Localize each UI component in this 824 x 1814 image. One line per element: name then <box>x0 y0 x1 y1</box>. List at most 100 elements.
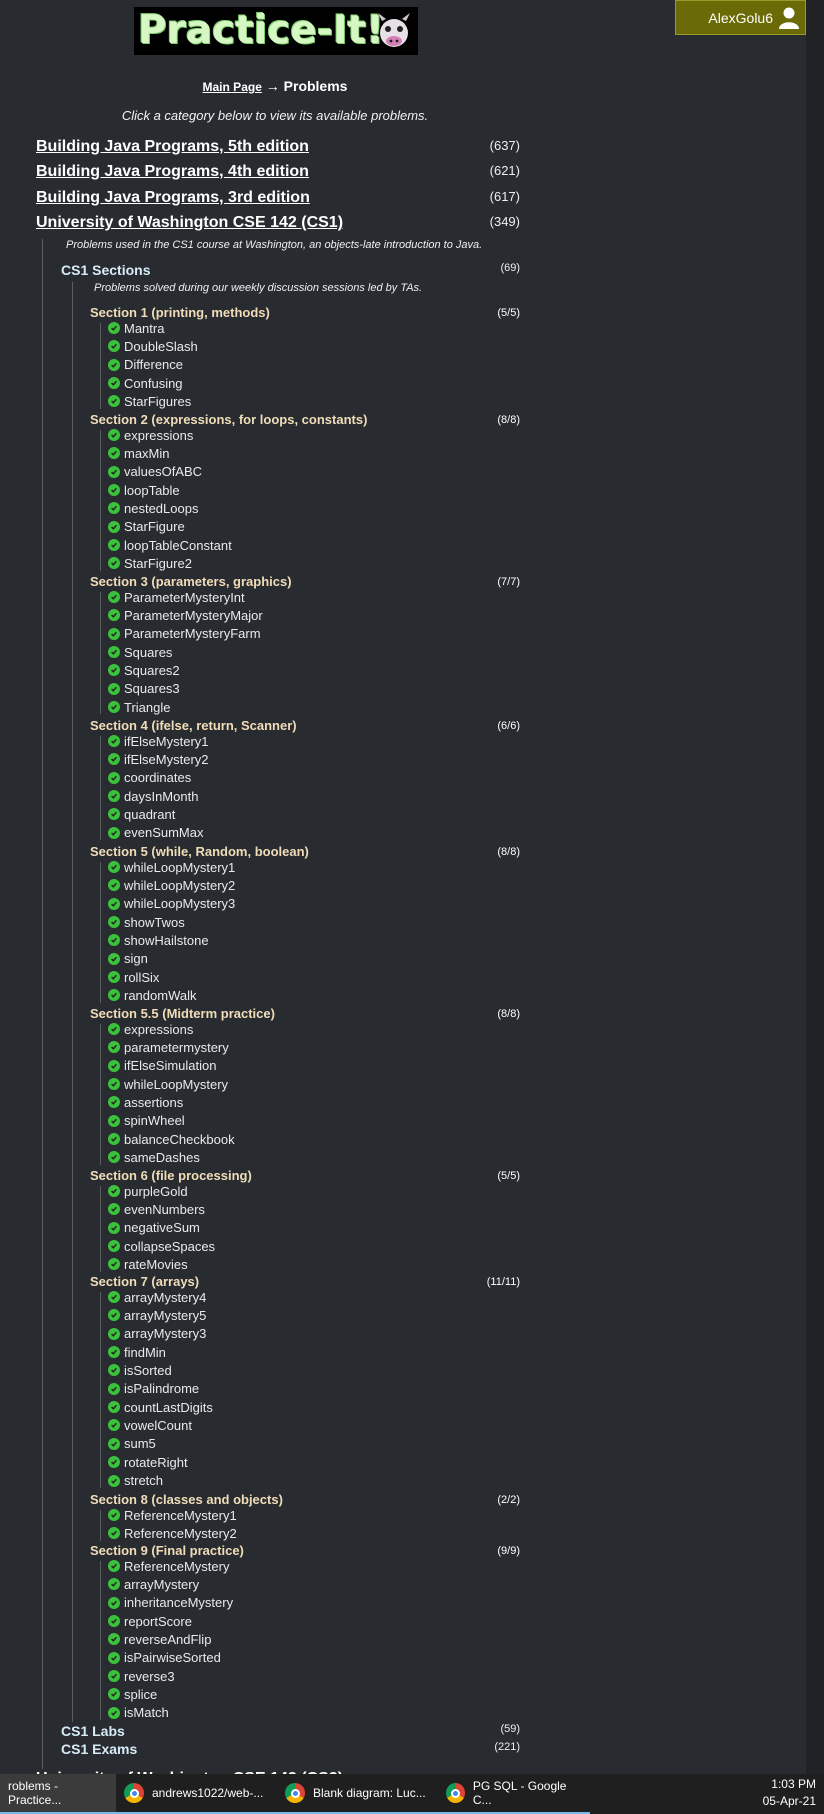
problem-item[interactable]: expressions <box>108 1020 193 1038</box>
taskbar-clock[interactable]: 1:03 PM 05-Apr-21 <box>763 1776 816 1810</box>
problem-item[interactable]: rollSix <box>108 968 159 986</box>
problem-link[interactable]: maxMin <box>124 446 170 461</box>
problem-item[interactable]: reverse3 <box>108 1667 175 1685</box>
subcategory-title[interactable]: CS1 Sections <box>61 262 150 278</box>
problem-link[interactable]: sum5 <box>124 1436 156 1451</box>
section-title[interactable]: Section 6 (file processing) <box>90 1168 252 1183</box>
problem-item[interactable]: nestedLoops <box>108 499 198 517</box>
problem-item[interactable]: Triangle <box>108 698 170 716</box>
problem-link[interactable]: Squares3 <box>124 681 180 696</box>
subcategory-row[interactable]: CS1 Exams (221) <box>61 1741 520 1757</box>
subcategory-title[interactable]: CS1 Exams <box>61 1741 137 1757</box>
practice-it-logo[interactable]: Practice-It! <box>134 7 418 55</box>
problem-link[interactable]: ParameterMysteryMajor <box>124 608 263 623</box>
problem-link[interactable]: showTwos <box>124 915 185 930</box>
problem-item[interactable]: reportScore <box>108 1612 192 1630</box>
problem-item[interactable]: vowelCount <box>108 1416 192 1434</box>
problem-link[interactable]: Squares2 <box>124 663 180 678</box>
section-title[interactable]: Section 4 (ifelse, return, Scanner) <box>90 718 297 733</box>
problem-link[interactable]: stretch <box>124 1473 163 1488</box>
book-category-row[interactable]: Building Java Programs, 5th edition (637) <box>36 138 520 156</box>
problem-link[interactable]: ReferenceMystery2 <box>124 1526 237 1541</box>
problem-link[interactable]: arrayMystery5 <box>124 1308 206 1323</box>
problem-link[interactable]: whileLoopMystery3 <box>124 896 235 911</box>
problem-item[interactable]: loopTableConstant <box>108 536 232 554</box>
problem-link[interactable]: evenSumMax <box>124 825 203 840</box>
problem-item[interactable]: ReferenceMystery <box>108 1557 229 1575</box>
problem-link[interactable]: rateMovies <box>124 1257 188 1272</box>
problem-item[interactable]: showTwos <box>108 913 185 931</box>
problem-item[interactable]: sum5 <box>108 1435 156 1453</box>
problem-item[interactable]: valuesOfABC <box>108 463 202 481</box>
problem-link[interactable]: randomWalk <box>124 988 196 1003</box>
section-title[interactable]: Section 3 (parameters, graphics) <box>90 574 292 589</box>
problem-item[interactable]: coordinates <box>108 769 191 787</box>
problem-link[interactable]: DoubleSlash <box>124 339 198 354</box>
problem-link[interactable]: Difference <box>124 357 183 372</box>
problem-item[interactable]: expressions <box>108 426 193 444</box>
problem-link[interactable]: findMin <box>124 1345 166 1360</box>
problem-link[interactable]: showHailstone <box>124 933 209 948</box>
problem-item[interactable]: purpleGold <box>108 1182 188 1200</box>
problem-link[interactable]: loopTable <box>124 483 180 498</box>
problem-link[interactable]: whileLoopMystery <box>124 1077 228 1092</box>
problem-link[interactable]: negativeSum <box>124 1220 200 1235</box>
problem-link[interactable]: arrayMystery4 <box>124 1290 206 1305</box>
problem-link[interactable]: ifElseMystery2 <box>124 752 209 767</box>
user-menu[interactable]: AlexGolu6 <box>675 0 806 35</box>
problem-item[interactable]: ParameterMysteryInt <box>108 588 245 606</box>
problem-link[interactable]: whileLoopMystery1 <box>124 860 235 875</box>
taskbar-item-lucidchart[interactable]: Blank diagram: Luc... <box>277 1774 438 1814</box>
problem-item[interactable]: assertions <box>108 1093 183 1111</box>
page-scrollbar[interactable] <box>806 0 824 1774</box>
problem-item[interactable]: ifElseMystery2 <box>108 750 209 768</box>
problem-link[interactable]: isPalindrome <box>124 1381 199 1396</box>
problem-link[interactable]: isMatch <box>124 1705 169 1720</box>
problem-link[interactable]: inheritanceMystery <box>124 1595 233 1610</box>
problem-item[interactable]: sign <box>108 950 148 968</box>
problem-item[interactable]: Confusing <box>108 374 183 392</box>
section-title[interactable]: Section 1 (printing, methods) <box>90 305 270 320</box>
problem-item[interactable]: whileLoopMystery1 <box>108 858 235 876</box>
problem-link[interactable]: arrayMystery <box>124 1577 199 1592</box>
book-category-row[interactable]: Building Java Programs, 4th edition (621) <box>36 163 520 181</box>
problem-link[interactable]: purpleGold <box>124 1184 188 1199</box>
problem-link[interactable]: Confusing <box>124 376 183 391</box>
problem-item[interactable]: arrayMystery4 <box>108 1288 206 1306</box>
problem-item[interactable]: whileLoopMystery <box>108 1075 228 1093</box>
problem-link[interactable]: evenNumbers <box>124 1202 205 1217</box>
problem-link[interactable]: Squares <box>124 645 172 660</box>
problem-link[interactable]: nestedLoops <box>124 501 198 516</box>
problem-link[interactable]: sign <box>124 951 148 966</box>
problem-link[interactable]: whileLoopMystery2 <box>124 878 235 893</box>
problem-item[interactable]: ReferenceMystery2 <box>108 1524 237 1542</box>
subcategory-row[interactable]: CS1 Labs (59) <box>61 1723 520 1739</box>
taskbar-item-pg-sql[interactable]: PG SQL - Google C... <box>438 1774 590 1814</box>
problem-item[interactable]: ReferenceMystery1 <box>108 1506 237 1524</box>
problem-item[interactable]: spinWheel <box>108 1112 185 1130</box>
problem-item[interactable]: evenNumbers <box>108 1200 205 1218</box>
section-title[interactable]: Section 5.5 (Midterm practice) <box>90 1006 275 1021</box>
problem-item[interactable]: loopTable <box>108 481 180 499</box>
problem-item[interactable]: randomWalk <box>108 986 196 1004</box>
problem-link[interactable]: ifElseMystery1 <box>124 734 209 749</box>
problem-link[interactable]: splice <box>124 1687 157 1702</box>
problem-item[interactable]: showHailstone <box>108 931 209 949</box>
problem-item[interactable]: sameDashes <box>108 1148 200 1166</box>
problem-item[interactable]: StarFigures <box>108 392 191 410</box>
problem-item[interactable]: findMin <box>108 1343 166 1361</box>
problem-item[interactable]: negativeSum <box>108 1219 200 1237</box>
problem-item[interactable]: StarFigure2 <box>108 554 192 572</box>
taskbar-item-practice-it[interactable]: roblems - Practice... <box>0 1774 116 1814</box>
problem-link[interactable]: countLastDigits <box>124 1400 213 1415</box>
problem-link[interactable]: StarFigure2 <box>124 556 192 571</box>
problem-item[interactable]: daysInMonth <box>108 787 198 805</box>
book-title[interactable]: Building Java Programs, 4th edition <box>36 163 309 180</box>
problem-link[interactable]: loopTableConstant <box>124 538 232 553</box>
problem-link[interactable]: reverseAndFlip <box>124 1632 211 1647</box>
problem-link[interactable]: assertions <box>124 1095 183 1110</box>
problem-link[interactable]: rollSix <box>124 970 159 985</box>
problem-item[interactable]: arrayMystery <box>108 1575 199 1593</box>
problem-link[interactable]: Triangle <box>124 700 170 715</box>
problem-item[interactable]: isSorted <box>108 1361 172 1379</box>
